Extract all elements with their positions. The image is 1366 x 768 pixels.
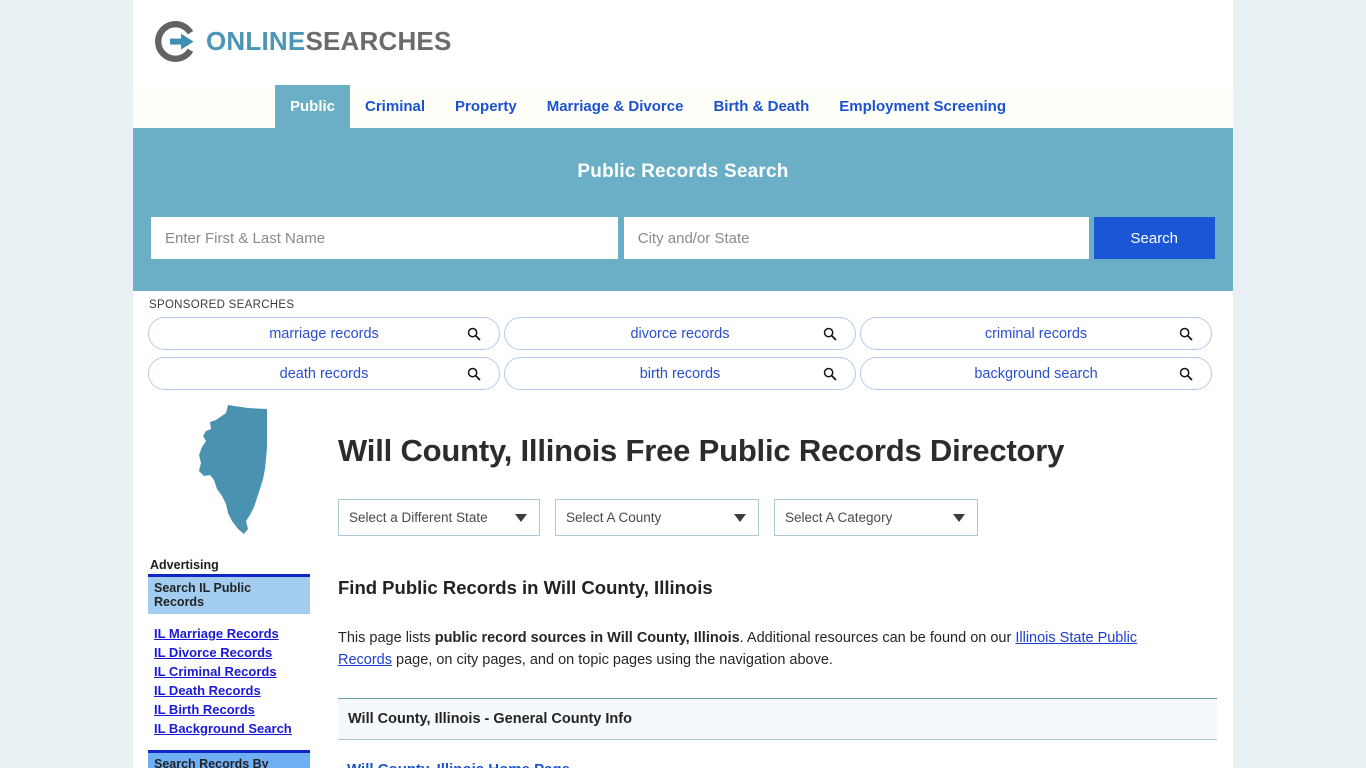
sidebar-link-list: IL Marriage Records IL Divorce Records I… <box>154 626 323 736</box>
body-columns: Advertising Search IL Public Records IL … <box>133 400 1233 768</box>
sidebar-box-title-search-il-public-records: Search IL Public Records <box>148 574 310 614</box>
search-button[interactable]: Search <box>1093 217 1215 259</box>
sponsored-pill-label: background search <box>974 365 1098 382</box>
chevron-down-icon <box>515 513 527 522</box>
tab-criminal[interactable]: Criminal <box>350 85 440 128</box>
sponsored-pill-label: death records <box>279 365 369 382</box>
hero-search-form: Search <box>151 217 1215 259</box>
intro-bold-phrase: public record sources in Will County, Il… <box>434 630 740 647</box>
intro-text-3: page, on city pages, and on topic pages … <box>392 652 833 669</box>
sponsored-pill-label: criminal records <box>984 325 1088 342</box>
logo-word-online: ONLINE <box>206 25 306 56</box>
main-navigation: Public Criminal Property Marriage & Divo… <box>133 85 1233 128</box>
result-link-will-county-home-page[interactable]: Will County, Illinois Home Page <box>347 761 1217 768</box>
select-category-label: Select A Category <box>785 510 893 526</box>
sponsored-pill-marriage-records[interactable]: marriage records <box>148 317 500 350</box>
page-container: ONLINESEARCHES Public Criminal Property … <box>133 0 1233 768</box>
sponsored-row-1: marriage records divorce records crimina… <box>148 317 1233 350</box>
search-icon <box>467 327 481 341</box>
sponsored-pill-label: divorce records <box>630 325 730 342</box>
sponsored-pill-criminal-records[interactable]: criminal records <box>860 317 1212 350</box>
sidebar-link-il-divorce-records[interactable]: IL Divorce Records <box>154 645 323 660</box>
sponsored-pill-background-search[interactable]: background search <box>860 357 1212 390</box>
logo-wordmark: ONLINESEARCHES <box>206 26 452 57</box>
tab-property[interactable]: Property <box>440 85 532 128</box>
filter-select-row: Select a Different State Select A County… <box>338 499 1217 537</box>
section-subheading: Find Public Records in Will County, Illi… <box>338 577 713 599</box>
select-category-dropdown[interactable]: Select A Category <box>774 499 978 537</box>
search-icon <box>823 367 837 381</box>
select-state-label: Select a Different State <box>349 510 488 526</box>
intro-text-2: . Additional resources can be found on o… <box>739 630 1016 647</box>
sidebar-link-il-birth-records[interactable]: IL Birth Records <box>154 702 323 717</box>
sponsored-pill-divorce-records[interactable]: divorce records <box>504 317 856 350</box>
location-search-input[interactable] <box>623 217 1089 259</box>
site-header: ONLINESEARCHES <box>133 0 1233 85</box>
left-sidebar: Advertising Search IL Public Records IL … <box>133 400 323 768</box>
sponsored-searches: SPONSORED SEARCHES marriage records divo… <box>133 291 1233 397</box>
site-logo[interactable]: ONLINESEARCHES <box>154 16 452 66</box>
sponsored-pill-death-records[interactable]: death records <box>148 357 500 390</box>
select-county-label: Select A County <box>566 510 662 526</box>
sidebar-box-title-search-records-by-name: Search Records By Name <box>148 750 310 768</box>
circular-arrow-logo-icon <box>154 20 197 63</box>
sidebar-link-il-death-records[interactable]: IL Death Records <box>154 683 323 698</box>
sponsored-row-2: death records birth records background s… <box>148 357 1233 390</box>
intro-text-1: This page lists <box>338 630 435 647</box>
tab-marriage-divorce[interactable]: Marriage & Divorce <box>532 85 699 128</box>
chevron-down-icon <box>953 513 965 522</box>
sidebar-link-il-marriage-records[interactable]: IL Marriage Records <box>154 626 323 641</box>
tab-birth-death[interactable]: Birth & Death <box>698 85 824 128</box>
page-title: Will County, Illinois Free Public Record… <box>338 433 1065 468</box>
logo-word-searches: SEARCHES <box>305 25 452 56</box>
advertising-label: Advertising <box>150 558 219 572</box>
search-icon <box>467 367 481 381</box>
sponsored-pill-label: birth records <box>639 365 721 382</box>
sidebar-link-il-criminal-records[interactable]: IL Criminal Records <box>154 664 323 679</box>
sponsored-searches-label: SPONSORED SEARCHES <box>149 299 295 311</box>
search-icon <box>1179 367 1193 381</box>
intro-paragraph: This page lists public record sources in… <box>338 627 1193 671</box>
sponsored-pill-birth-records[interactable]: birth records <box>504 357 856 390</box>
name-search-input[interactable] <box>151 217 618 259</box>
section-header-general-county-info: Will County, Illinois - General County I… <box>338 698 1217 741</box>
search-icon <box>1179 327 1193 341</box>
illinois-state-map-icon <box>198 405 267 534</box>
select-county-dropdown[interactable]: Select A County <box>555 499 759 537</box>
select-state-dropdown[interactable]: Select a Different State <box>338 499 540 537</box>
search-icon <box>823 327 837 341</box>
sidebar-link-il-background-search[interactable]: IL Background Search <box>154 721 323 736</box>
hero-title: Public Records Search <box>577 161 789 182</box>
main-content: Will County, Illinois Free Public Record… <box>323 400 1233 768</box>
public-records-search-panel: Public Records Search Search <box>133 128 1233 291</box>
tab-employment-screening[interactable]: Employment Screening <box>824 85 1021 128</box>
tab-public[interactable]: Public <box>275 85 351 128</box>
chevron-down-icon <box>734 513 746 522</box>
sponsored-pill-label: marriage records <box>269 325 379 342</box>
